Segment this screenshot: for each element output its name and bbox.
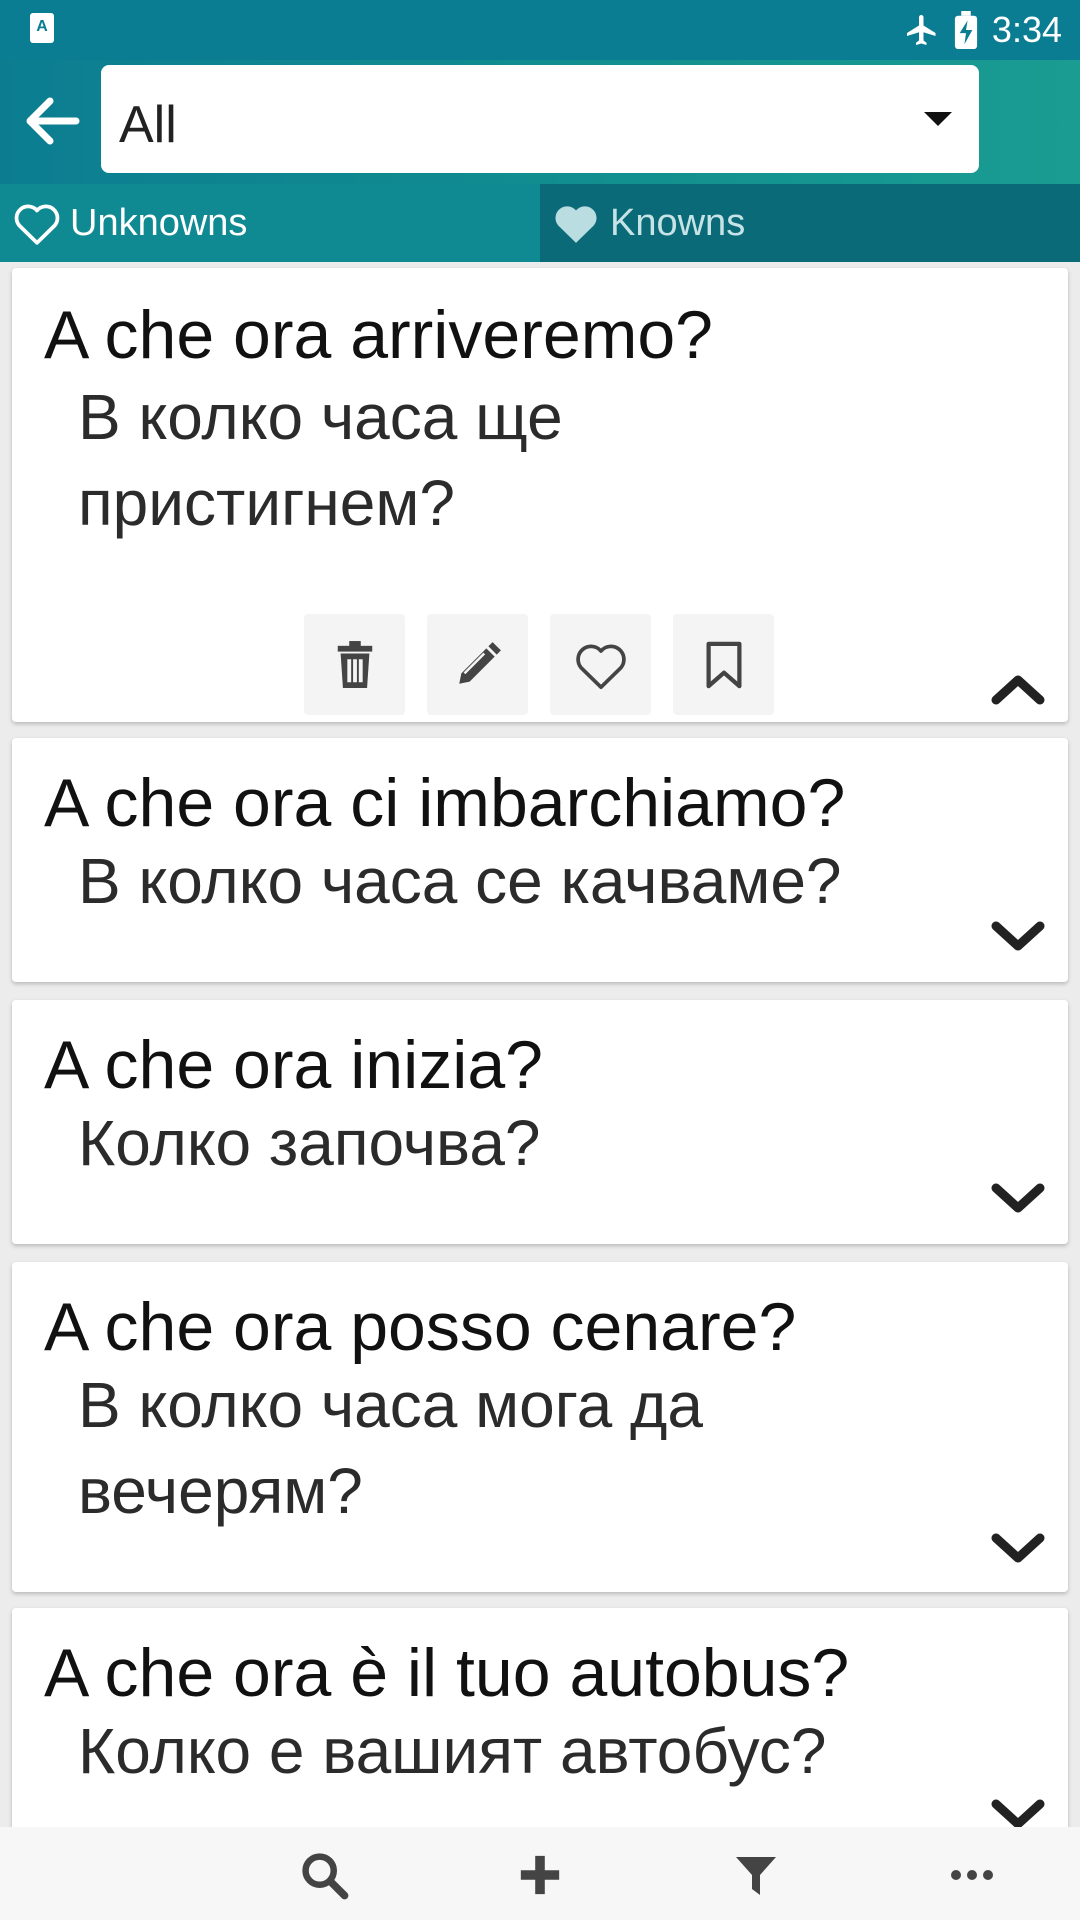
phrase-text: A che ora posso cenare? [44,1289,797,1365]
edit-button[interactable] [427,614,528,715]
pencil-icon [458,641,501,684]
chevron-down-icon[interactable] [988,1178,1048,1218]
status-icons: 3:34 [904,8,1062,52]
translation-text: Колко започва? [78,1107,541,1179]
filter-button[interactable] [726,1845,786,1905]
plus-icon [520,1855,560,1895]
translation-text: В колко часа мога да вечерям? [78,1369,703,1527]
arrow-left-icon [26,97,80,145]
chevron-down-icon[interactable] [988,1528,1048,1568]
status-bar: A 3:34 [0,0,1080,60]
delete-button[interactable] [304,614,405,715]
dropdown-arrow-icon [924,112,952,126]
clock: 3:34 [991,9,1062,50]
phrase-card[interactable]: A che ora arriveremo? В колко часа ще пр… [12,268,1068,722]
phrase-card[interactable]: A che ora ci imbarchiamo? В колко часа с… [12,738,1068,982]
phrase-list: A che ora arriveremo? В колко часа ще пр… [0,262,1080,1827]
category-spinner[interactable]: All [101,65,979,173]
chevron-down-icon[interactable] [988,1794,1048,1827]
app-notification-icon: A [30,13,54,43]
phrase-text: A che ora ci imbarchiamo? [44,765,846,841]
tab-unknowns[interactable]: Unknowns [0,184,540,262]
spinner-value: All [119,96,177,154]
phrase-text: A che ora inizia? [44,1027,543,1103]
phrase-card[interactable]: A che ora è il tuo autobus? Колко е ваши… [12,1608,1068,1827]
phrase-text: A che ora arriveremo? [44,297,713,373]
translation-text: В колко часа ще пристигнем? [78,381,563,539]
favorite-button[interactable] [550,614,651,715]
tab-knowns[interactable]: Knowns [540,184,1080,262]
filter-tabs: Unknowns Knowns [0,184,1080,262]
search-button[interactable] [294,1845,354,1905]
back-button[interactable] [18,88,84,154]
phrase-text: A che ora è il tuo autobus? [44,1635,850,1711]
phrase-card[interactable]: A che ora posso cenare? В колко часа мог… [12,1262,1068,1592]
chevron-up-icon[interactable] [988,668,1048,708]
add-button[interactable] [510,1845,570,1905]
phrase-card[interactable]: A che ora inizia? Колко започва? [12,1000,1068,1244]
bookmark-icon [705,641,741,688]
translation-text: Колко е вашият автобус? [78,1715,827,1787]
more-icon [951,1870,993,1880]
heart-filled-icon [555,206,597,243]
bottom-toolbar [0,1827,1080,1920]
bookmark-button[interactable] [673,614,774,715]
chevron-down-icon[interactable] [988,916,1048,956]
app-icon-letter: A [36,18,48,35]
airplane-icon [906,15,936,45]
card-actions [304,614,774,715]
search-icon [302,1853,349,1900]
filter-icon [736,1857,776,1895]
heart-outline-icon [14,204,60,245]
app-bar: All [0,60,1080,184]
more-button[interactable] [942,1845,1002,1905]
tab-label: Knowns [610,201,746,244]
trash-icon [337,640,372,688]
heart-outline-icon [575,644,626,689]
translation-text: В колко часа се качваме? [78,845,842,917]
tab-label: Unknowns [70,201,248,244]
battery-charging-icon [954,11,978,49]
